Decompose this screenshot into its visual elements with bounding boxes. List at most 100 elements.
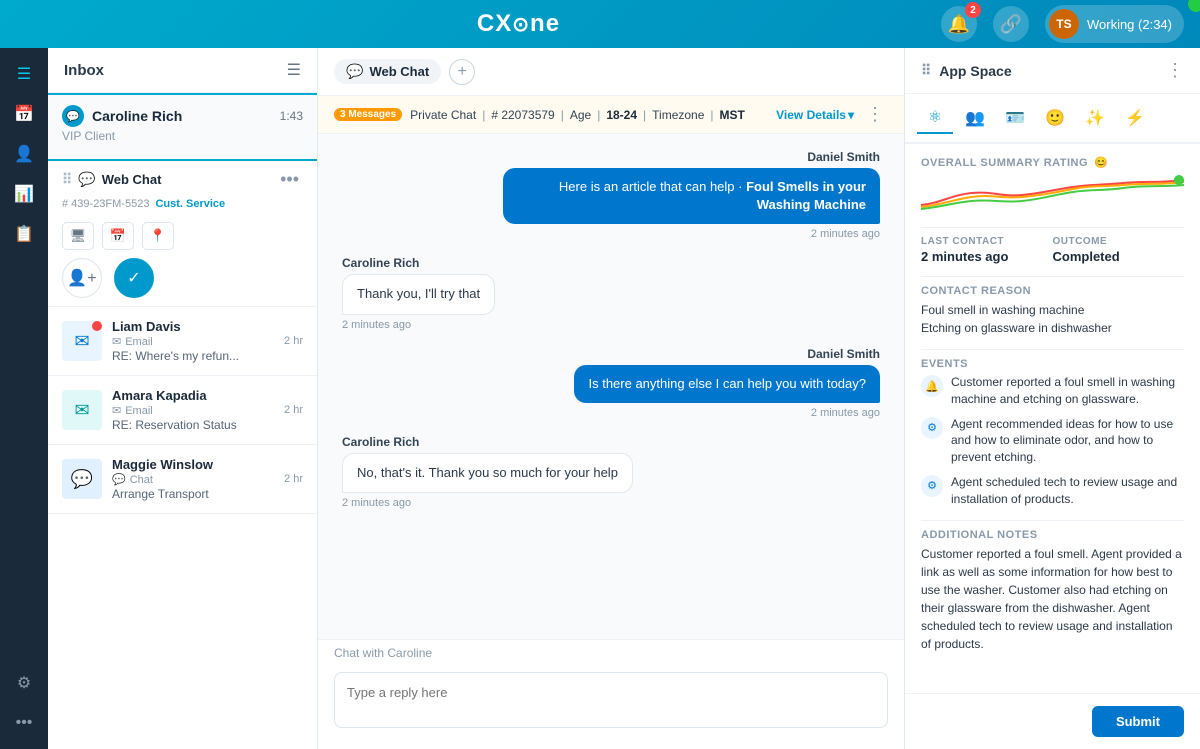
overall-summary-label: OVERALL SUMMARY RATING 😊	[921, 156, 1184, 169]
agent-msg-time-2: 2 minutes ago	[342, 407, 880, 419]
customer-sender-name-2: Caroline Rich	[342, 435, 880, 449]
chat-info-menu-btn[interactable]: ⋮	[862, 104, 888, 125]
chat-reply-input[interactable]	[334, 672, 888, 728]
last-contact-label: LAST CONTACT	[921, 236, 1053, 247]
additional-notes-section: ADDITIONAL NOTES Customer reported a fou…	[921, 529, 1184, 653]
id-icon: 🪪	[1005, 108, 1025, 128]
add-contact-btn[interactable]: 👤+	[62, 258, 102, 298]
reports-icon: 📊	[14, 184, 34, 204]
liam-name: Liam Davis	[112, 319, 274, 334]
nav-contacts[interactable]: 👤	[6, 136, 42, 172]
customer-message-bubble-2: No, that's it. Thank you so much for you…	[342, 453, 633, 493]
webchat-actions: 🖥 📅 📍	[62, 222, 303, 250]
tab-settings[interactable]: ✨	[1077, 102, 1113, 134]
nav-more[interactable]: •••	[6, 705, 42, 741]
web-chat-tab[interactable]: 💬 Web Chat	[334, 59, 441, 84]
link-icon: 🔗	[1000, 14, 1022, 35]
agent-status-button[interactable]: TS Working (2:34)	[1045, 5, 1184, 43]
additional-notes-text: Customer reported a foul smell. Agent pr…	[921, 545, 1184, 653]
tab-people[interactable]: 👥	[957, 102, 993, 134]
topbar-right: 🔔 2 🔗 TS Working (2:34)	[941, 5, 1184, 43]
add-tab-button[interactable]: +	[449, 59, 475, 85]
link-button[interactable]: 🔗	[993, 6, 1029, 42]
atom-icon: ⚛	[928, 107, 942, 127]
maggie-subject: Arrange Transport	[112, 487, 274, 501]
contact-avatar-liam: ✉	[62, 321, 102, 361]
schedule-btn[interactable]: 📅	[102, 222, 134, 250]
check-icon: ✓	[127, 268, 140, 288]
tab-lightning[interactable]: ⚡	[1117, 102, 1153, 134]
chat-id: # 22073579	[491, 108, 554, 122]
nav-reports[interactable]: 📊	[6, 176, 42, 212]
lightning-icon: ⚡	[1125, 108, 1145, 128]
inbox-header: Inbox ☰	[48, 48, 317, 93]
list-item[interactable]: ✉ Amara Kapadia ✉ Email RE: Reservation …	[48, 376, 317, 445]
divider	[921, 276, 1184, 277]
event-text-1: Customer reported a foul smell in washin…	[951, 374, 1184, 408]
app-logo: CX⊙ne	[477, 10, 560, 38]
bell-icon: 🔔	[948, 14, 970, 35]
inbox-menu-icon[interactable]: ☰	[287, 60, 301, 80]
drag-handle[interactable]: ⠿	[62, 171, 72, 188]
cust-service-tag[interactable]: Cust. Service	[155, 198, 225, 210]
confirm-btn[interactable]: ✓	[114, 258, 154, 298]
stats-row: LAST CONTACT 2 minutes ago OUTCOME Compl…	[921, 236, 1184, 264]
people-icon: 👥	[965, 108, 985, 128]
appspace-title: ⠿ App Space	[921, 62, 1012, 79]
appspace-tabs: ⚛ 👥 🪪 🙂 ✨ ⚡	[905, 94, 1200, 144]
chat-input-area	[318, 664, 904, 749]
event-text-3: Agent scheduled tech to review usage and…	[951, 474, 1184, 508]
list-item[interactable]: 💬 Maggie Winslow 💬 Chat Arrange Transpor…	[48, 445, 317, 514]
sep5: |	[710, 108, 713, 122]
email-channel-icon: ✉	[112, 335, 121, 348]
amara-time: 2 hr	[284, 404, 303, 416]
webchat-menu-btn[interactable]: •••	[276, 169, 303, 190]
notifications-badge: 2	[965, 2, 981, 18]
active-contact-card[interactable]: 💬 Caroline Rich 1:43 VIP Client	[48, 93, 317, 161]
email-channel-icon2: ✉	[112, 404, 121, 417]
agent-msg-wrapper-2: Is there anything else I can help you wi…	[342, 365, 880, 403]
tab-smiley[interactable]: 🙂	[1037, 102, 1073, 134]
topbar: CX⊙ne 🔔 2 🔗 TS Working (2:34)	[0, 0, 1200, 48]
nav-calendar[interactable]: 📅	[6, 96, 42, 132]
amara-channel: ✉ Email	[112, 404, 274, 417]
overall-summary-section: OVERALL SUMMARY RATING 😊	[921, 156, 1184, 215]
history-icon: 📋	[14, 224, 34, 244]
screen-icon: 🖥	[70, 228, 87, 244]
nav-settings[interactable]: ⚙	[6, 665, 42, 701]
inbox-nav-icon: ☰	[17, 64, 31, 84]
tab-id[interactable]: 🪪	[997, 102, 1033, 134]
sep3: |	[597, 108, 600, 122]
divider	[921, 227, 1184, 228]
grid-icon: ⠿	[921, 62, 931, 79]
event-icon-2: ⚙	[921, 417, 943, 439]
agent-message-bubble-2: Is there anything else I can help you wi…	[574, 365, 880, 403]
list-item[interactable]: ✉ Liam Davis ✉ Email RE: Where's my refu…	[48, 307, 317, 376]
message-group: Daniel Smith Is there anything else I ca…	[342, 347, 880, 419]
webchat-label-text: Web Chat	[102, 172, 162, 187]
customer-sender-name: Caroline Rich	[342, 256, 880, 270]
contacts-icon: 👤	[14, 144, 34, 164]
screen-btn[interactable]: 🖥	[62, 222, 94, 250]
appspace-menu-btn[interactable]: ⋮	[1166, 60, 1184, 81]
location-btn[interactable]: 📍	[142, 222, 174, 250]
view-details-button[interactable]: View Details ▾	[776, 108, 854, 122]
nav-inbox[interactable]: ☰	[6, 56, 42, 92]
contact-reason-text: Foul smell in washing machineEtching on …	[921, 301, 1184, 337]
unread-dot-liam	[92, 321, 102, 331]
sentiment-chart	[921, 175, 1184, 215]
webchat-bottom-actions: 👤+ ✓	[62, 258, 303, 298]
event-item: 🔔 Customer reported a foul smell in wash…	[921, 374, 1184, 408]
inbox-panel: Inbox ☰ 💬 Caroline Rich 1:43 VIP Client …	[48, 48, 318, 749]
nav-history[interactable]: 📋	[6, 216, 42, 252]
notifications-button[interactable]: 🔔 2	[941, 6, 977, 42]
smiley-icon: 🙂	[1045, 108, 1065, 128]
active-contact-time: 1:43	[280, 109, 303, 123]
customer-msg-wrapper: Thank you, I'll try that	[342, 274, 880, 314]
tab-atom[interactable]: ⚛	[917, 102, 953, 134]
chat-input-label: Chat with Caroline	[318, 639, 904, 664]
contact-reason-section: CONTACT REASON Foul smell in washing mac…	[921, 285, 1184, 337]
chat-tab-label: Web Chat	[369, 64, 429, 79]
submit-button[interactable]: Submit	[1092, 706, 1184, 737]
sep2: |	[561, 108, 564, 122]
